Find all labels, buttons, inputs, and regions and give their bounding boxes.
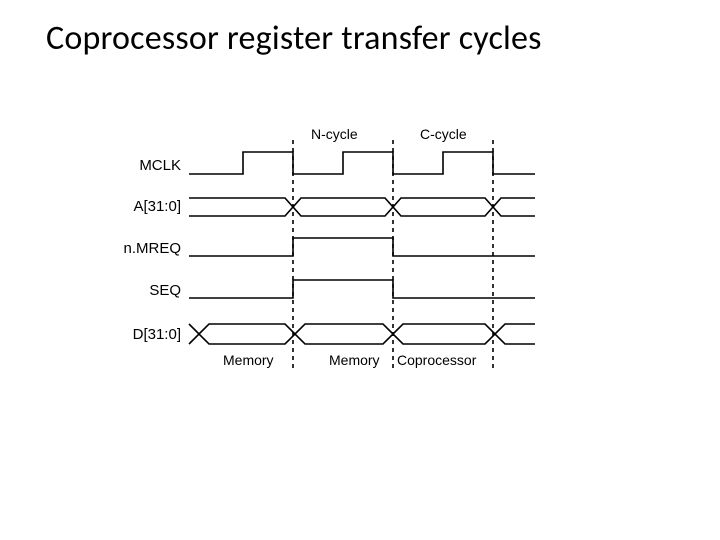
- timing-svg: [115, 140, 605, 380]
- timing-diagram: N-cycle C-cycle MCLK A[31:0] n.MREQ SEQ …: [115, 140, 605, 400]
- slide-title: Coprocessor register transfer cycles: [46, 18, 542, 59]
